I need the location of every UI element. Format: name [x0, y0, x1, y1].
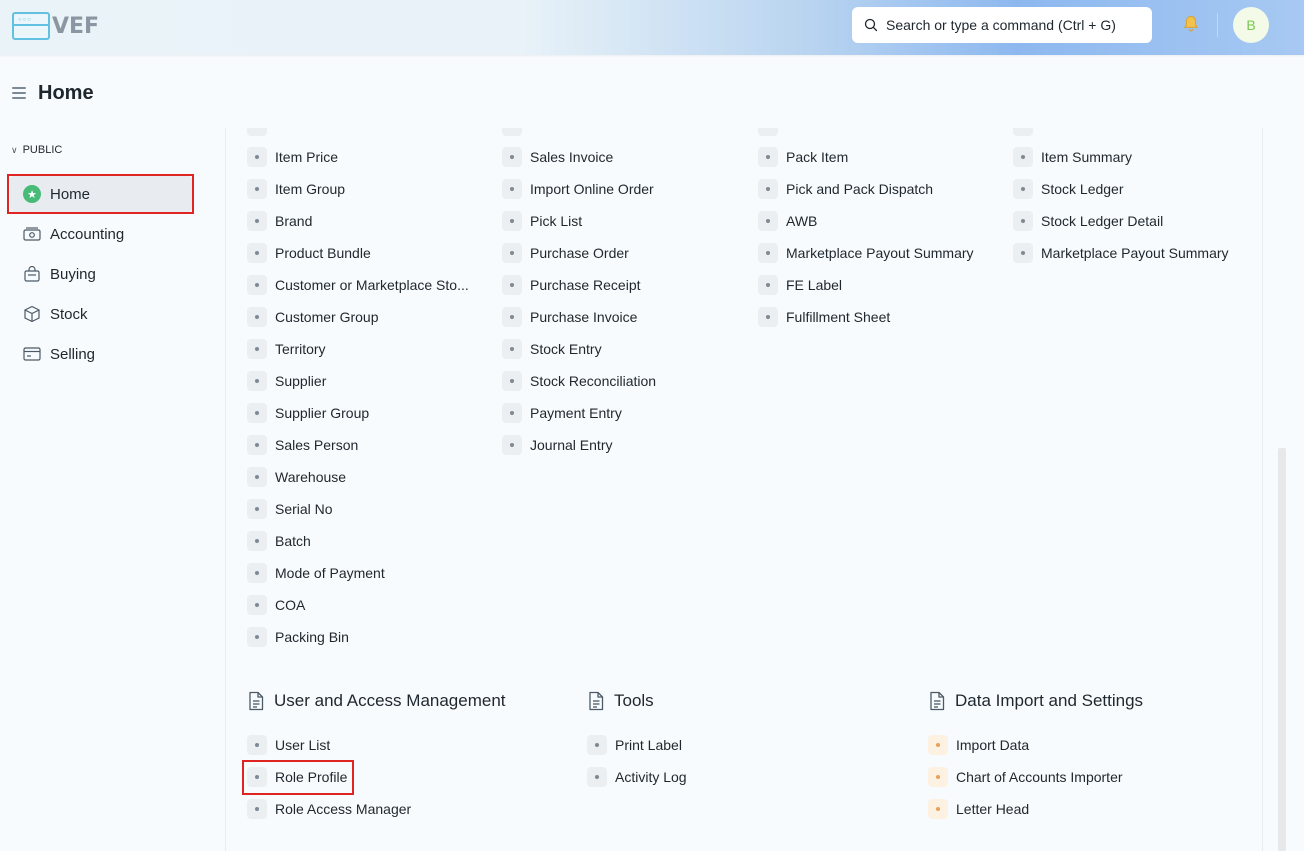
basket-icon	[22, 264, 42, 284]
highlight-box-home	[7, 174, 194, 214]
link-stock-ledger-detail[interactable]: Stock Ledger Detail	[1013, 210, 1163, 232]
bell-icon[interactable]	[1183, 15, 1199, 33]
app-logo[interactable]: ○○○ VEF	[12, 11, 112, 41]
sidebar-item-label: Accounting	[50, 225, 125, 243]
link-stock-entry[interactable]: Stock Entry	[502, 338, 602, 360]
search-bar[interactable]: Search or type a command (Ctrl + G)	[852, 7, 1152, 43]
link-pick-and-pack-dispatch[interactable]: Pick and Pack Dispatch	[758, 178, 933, 200]
link-role-access-manager[interactable]: Role Access Manager	[247, 798, 411, 820]
workspace-content	[225, 128, 1263, 851]
link-coa[interactable]: COA	[247, 594, 305, 616]
cut-off-link	[758, 128, 786, 136]
section-title-tools: Tools	[587, 689, 654, 713]
page-header: Home	[12, 78, 94, 108]
search-placeholder: Search or type a command (Ctrl + G)	[886, 17, 1116, 33]
hamburger-menu-icon[interactable]	[12, 84, 26, 102]
link-chart-of-accounts-importer[interactable]: Chart of Accounts Importer	[928, 766, 1123, 788]
logo-window-icon: ○○○	[12, 12, 50, 40]
link-sales-person[interactable]: Sales Person	[247, 434, 358, 456]
link-territory[interactable]: Territory	[247, 338, 326, 360]
link-letter-head[interactable]: Letter Head	[928, 798, 1029, 820]
link-marketplace-payout-summary[interactable]: Marketplace Payout Summary	[758, 242, 974, 264]
link-customer-group[interactable]: Customer Group	[247, 306, 378, 328]
link-purchase-receipt[interactable]: Purchase Receipt	[502, 274, 641, 296]
link-activity-log[interactable]: Activity Log	[587, 766, 687, 788]
link-awb[interactable]: AWB	[758, 210, 817, 232]
avatar[interactable]: B	[1233, 7, 1269, 43]
document-icon	[589, 691, 604, 711]
link-item-group[interactable]: Item Group	[247, 178, 345, 200]
link-stock-reconciliation[interactable]: Stock Reconciliation	[502, 370, 656, 392]
link-user-list[interactable]: User List	[247, 734, 330, 756]
document-icon	[249, 691, 264, 711]
link-batch[interactable]: Batch	[247, 530, 311, 552]
sidebar-item-selling[interactable]: Selling	[10, 336, 192, 372]
card-icon	[22, 344, 42, 364]
sidebar-item-accounting[interactable]: Accounting	[10, 216, 192, 252]
link-sales-invoice[interactable]: Sales Invoice	[502, 146, 613, 168]
link-print-label[interactable]: Print Label	[587, 734, 682, 756]
link-import-data[interactable]: Import Data	[928, 734, 1029, 756]
link-mode-of-payment[interactable]: Mode of Payment	[247, 562, 385, 584]
cut-off-link	[247, 128, 275, 136]
box-icon	[22, 304, 42, 324]
search-icon	[864, 18, 878, 32]
link-pack-item[interactable]: Pack Item	[758, 146, 848, 168]
link-item-price[interactable]: Item Price	[247, 146, 338, 168]
link-fe-label[interactable]: FE Label	[758, 274, 842, 296]
link-customer-marketplace-store[interactable]: Customer or Marketplace Sto...	[247, 274, 469, 296]
link-brand[interactable]: Brand	[247, 210, 312, 232]
navbar: ○○○ VEF Search or type a command (Ctrl +…	[0, 0, 1304, 55]
money-icon	[22, 224, 42, 244]
logo-text: VEF	[52, 13, 100, 39]
sidebar-section-public[interactable]: ∨ PUBLIC	[11, 144, 62, 156]
link-pick-list[interactable]: Pick List	[502, 210, 582, 232]
link-purchase-order[interactable]: Purchase Order	[502, 242, 629, 264]
link-payment-entry[interactable]: Payment Entry	[502, 402, 622, 424]
sidebar-item-stock[interactable]: Stock	[10, 296, 192, 332]
link-product-bundle[interactable]: Product Bundle	[247, 242, 371, 264]
sidebar-item-label: Stock	[50, 305, 88, 323]
highlight-box-role-profile	[242, 760, 354, 795]
section-title-data-import: Data Import and Settings	[928, 689, 1143, 713]
link-item-summary[interactable]: Item Summary	[1013, 146, 1132, 168]
cut-off-link	[502, 128, 530, 136]
link-stock-ledger[interactable]: Stock Ledger	[1013, 178, 1124, 200]
sidebar-section-label: PUBLIC	[22, 144, 63, 156]
section-title-user-access: User and Access Management	[247, 689, 506, 713]
link-fulfillment-sheet[interactable]: Fulfillment Sheet	[758, 306, 890, 328]
link-supplier[interactable]: Supplier	[247, 370, 326, 392]
link-serial-no[interactable]: Serial No	[247, 498, 333, 520]
link-marketplace-payout-summary-report[interactable]: Marketplace Payout Summary	[1013, 242, 1229, 264]
link-warehouse[interactable]: Warehouse	[247, 466, 346, 488]
link-supplier-group[interactable]: Supplier Group	[247, 402, 369, 424]
cut-off-link	[1013, 128, 1041, 136]
document-icon	[930, 691, 945, 711]
sidebar-item-buying[interactable]: Buying	[10, 256, 192, 292]
chevron-down-icon: ∨	[11, 144, 18, 155]
sidebar-item-label: Buying	[50, 265, 96, 283]
link-purchase-invoice[interactable]: Purchase Invoice	[502, 306, 637, 328]
link-journal-entry[interactable]: Journal Entry	[502, 434, 612, 456]
link-import-online-order[interactable]: Import Online Order	[502, 178, 654, 200]
scrollbar[interactable]	[1278, 448, 1286, 851]
navbar-divider	[1217, 13, 1218, 37]
page-title: Home	[38, 81, 94, 104]
link-packing-bin[interactable]: Packing Bin	[247, 626, 349, 648]
sidebar-item-label: Selling	[50, 345, 96, 363]
